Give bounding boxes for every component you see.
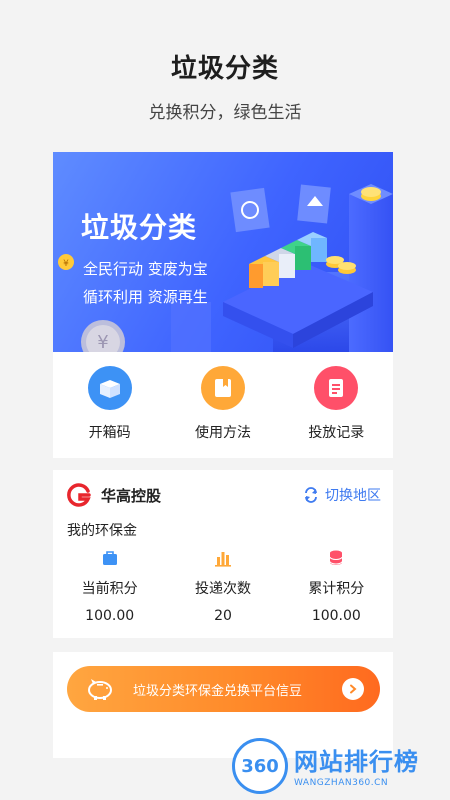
page-title: 垃圾分类 (170, 54, 279, 84)
svg-text:¥: ¥ (97, 332, 108, 352)
promo-banner[interactable]: ¥ ¥ 垃圾分类 全民行动 变废为宝 循环利用 资源再生 (53, 152, 393, 352)
quick-actions: 开箱码 使用方法 投放记录 (53, 352, 393, 458)
chevron-right-icon (342, 678, 364, 700)
refresh-icon (305, 487, 317, 503)
bag-icon (101, 548, 119, 568)
banner-title: 垃圾分类 (81, 211, 198, 244)
stat-label: 当前积分 (81, 581, 138, 597)
stat-drop-count[interactable]: 投递次数 20 (166, 548, 279, 628)
account-header: 华高控股 切换地区 (67, 482, 381, 508)
open-box-code-button[interactable]: 开箱码 (53, 352, 166, 458)
watermark-name: 网站排行榜 (294, 748, 419, 776)
switch-region-button[interactable]: 切换地区 (303, 485, 381, 505)
drop-records-label: 投放记录 (308, 425, 365, 441)
main-card: ¥ ¥ 垃圾分类 全民行动 变废为宝 循环利用 资源再生 开箱码 使用方法 投放… (53, 152, 393, 458)
stat-total-points[interactable]: 累计积分 100.00 (280, 548, 393, 628)
brand-name: 华高控股 (101, 486, 162, 505)
open-box-code-label: 开箱码 (88, 425, 131, 441)
usage-guide-label: 使用方法 (194, 425, 251, 441)
banner-slogan-1: 全民行动 变废为宝 (83, 260, 208, 278)
banner-slogan-2: 循环利用 资源再生 (83, 288, 208, 306)
page-subtitle: 兑换积分，绿色生活 (148, 103, 302, 123)
brand-logo-icon (67, 483, 91, 507)
drop-records-button[interactable]: 投放记录 (280, 352, 393, 458)
banner-illustration: ¥ ¥ (58, 184, 393, 352)
eco-fund-stats: 当前积分 100.00 投递次数 20 累计积分 100.00 (53, 548, 393, 628)
usage-guide-button[interactable]: 使用方法 (166, 352, 279, 458)
stat-value: 100.00 (85, 608, 135, 624)
stat-current-points[interactable]: 当前积分 100.00 (53, 548, 166, 628)
eco-fund-card: 华高控股 切换地区 我的环保金 当前积分 100.00 投递次数 20 累计积分… (53, 470, 393, 638)
box-icon (87, 366, 132, 410)
watermark-logo: 360 网站排行榜 WANGZHAN360.CN (232, 738, 450, 800)
eco-fund-label: 我的环保金 (67, 523, 137, 539)
stat-label: 累计积分 (308, 581, 365, 597)
exchange-beans-button[interactable]: 垃圾分类环保金兑换平台信豆 (67, 666, 380, 712)
stat-value: 100.00 (311, 608, 361, 624)
switch-region-label: 切换地区 (325, 488, 381, 504)
stat-label: 投递次数 (194, 581, 251, 597)
bar-chart-icon (214, 548, 232, 568)
stat-value: 20 (214, 608, 232, 624)
book-icon (200, 366, 245, 410)
piggy-bank-icon (88, 679, 112, 700)
watermark-url: WANGZHAN360.CN (294, 778, 389, 788)
document-icon (314, 366, 359, 410)
coin-stack-icon (327, 548, 345, 568)
exchange-beans-label: 垃圾分类环保金兑换平台信豆 (133, 683, 303, 699)
watermark-badge: 360 (232, 738, 288, 794)
svg-text:¥: ¥ (63, 259, 69, 269)
